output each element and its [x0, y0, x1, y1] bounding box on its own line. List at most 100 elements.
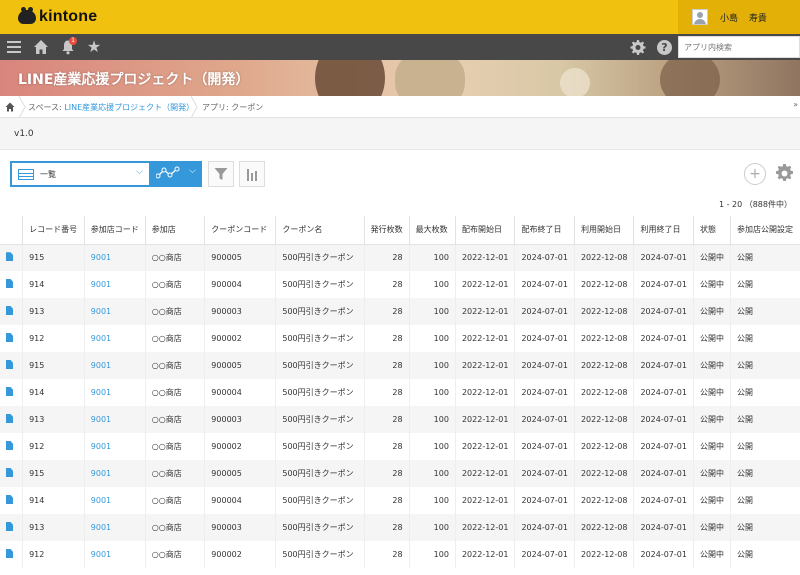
- shop-code-link[interactable]: 9001: [83, 514, 146, 541]
- home-icon[interactable]: [5, 102, 15, 112]
- table-row[interactable]: 912 9001 ○○商店 900002 500円引きクーポン 28 100 2022-12-…: [0, 541, 800, 568]
- issued-count: 28: [363, 541, 410, 568]
- column-header[interactable]: 状態: [692, 216, 731, 245]
- shop-name: ○○商店: [144, 406, 205, 433]
- distribution-end-date: 2024-07-01: [514, 244, 575, 271]
- record-detail-icon[interactable]: [6, 387, 13, 396]
- record-detail-cell[interactable]: [0, 352, 23, 379]
- user-menu[interactable]: 小島 寿貴: [678, 0, 800, 34]
- shop-code-link[interactable]: 9001: [83, 487, 146, 514]
- record-number: 914: [22, 379, 85, 406]
- table-row[interactable]: 913 9001 ○○商店 900003 500円引きクーポン 28 100 2022-12-…: [0, 406, 800, 433]
- column-header[interactable]: レコード番号: [22, 216, 85, 245]
- column-header[interactable]: 最大枚数: [408, 216, 456, 245]
- table-row[interactable]: 915 9001 ○○商店 900005 500円引きクーポン 28 100 2022-12-…: [0, 244, 800, 271]
- record-detail-icon[interactable]: [6, 441, 13, 450]
- table-row[interactable]: 914 9001 ○○商店 900004 500円引きクーポン 28 100 2022-12-…: [0, 487, 800, 514]
- table-row[interactable]: 913 9001 ○○商店 900003 500円引きクーポン 28 100 2022-12-…: [0, 514, 800, 541]
- table-view-icon: [18, 169, 34, 180]
- record-detail-icon[interactable]: [6, 549, 13, 558]
- status: 公開中: [692, 244, 731, 271]
- filter-button[interactable]: [208, 161, 234, 187]
- breadcrumb-space[interactable]: スペース: LINE産業応援プロジェクト（開発）: [28, 102, 194, 113]
- table-row[interactable]: 915 9001 ○○商店 900005 500円引きクーポン 28 100 2022-12-…: [0, 352, 800, 379]
- record-detail-icon[interactable]: [6, 252, 13, 262]
- shop-code-link[interactable]: 9001: [83, 325, 146, 352]
- shop-code-link[interactable]: 9001: [83, 379, 146, 406]
- shop-code-link[interactable]: 9001: [83, 406, 146, 433]
- kintone-logo[interactable]: kintone: [18, 7, 97, 26]
- column-header[interactable]: 参加店公開設定: [729, 216, 800, 245]
- status: 公開中: [692, 325, 731, 352]
- column-header[interactable]: クーポンコード: [204, 216, 276, 245]
- distribution-end-date: 2024-07-01: [514, 433, 575, 460]
- shop-code-link[interactable]: 9001: [83, 271, 146, 298]
- record-detail-cell[interactable]: [0, 406, 23, 433]
- record-detail-cell[interactable]: [0, 244, 23, 271]
- column-header[interactable]: 利用開始日: [573, 216, 634, 245]
- shop-code-link[interactable]: 9001: [83, 352, 146, 379]
- shop-code-link[interactable]: 9001: [83, 298, 146, 325]
- public-setting: 公開: [729, 298, 800, 325]
- view-selector[interactable]: 一覧 ⌵: [10, 161, 151, 187]
- distribution-end-date: 2024-07-01: [514, 352, 575, 379]
- record-detail-cell[interactable]: [0, 271, 23, 298]
- table-row[interactable]: 912 9001 ○○商店 900002 500円引きクーポン 28 100 2022-12-…: [0, 433, 800, 460]
- column-header[interactable]: 配布開始日: [454, 216, 515, 245]
- record-detail-cell[interactable]: [0, 487, 23, 514]
- home-icon[interactable]: [33, 39, 49, 55]
- distribution-end-date: 2024-07-01: [514, 514, 575, 541]
- shop-name: ○○商店: [144, 433, 205, 460]
- breadcrumb-space-link[interactable]: LINE産業応援プロジェクト（開発）: [64, 103, 194, 112]
- record-detail-cell[interactable]: [0, 433, 23, 460]
- usage-start-date: 2022-12-08: [573, 541, 634, 568]
- record-detail-icon[interactable]: [6, 495, 13, 504]
- column-header[interactable]: 配布終了日: [514, 216, 575, 245]
- table-row[interactable]: 914 9001 ○○商店 900004 500円引きクーポン 28 100 2022-12-…: [0, 379, 800, 406]
- record-detail-icon[interactable]: [6, 522, 13, 531]
- public-setting: 公開: [729, 325, 800, 352]
- star-icon[interactable]: ★: [86, 39, 102, 55]
- column-header[interactable]: 発行枚数: [363, 216, 410, 245]
- app-settings-icon[interactable]: [776, 164, 796, 184]
- table-row[interactable]: 912 9001 ○○商店 900002 500円引きクーポン 28 100 2022-12-…: [0, 325, 800, 352]
- public-setting: 公開: [729, 487, 800, 514]
- column-header[interactable]: 参加店: [144, 216, 205, 245]
- add-record-button[interactable]: +: [744, 163, 766, 185]
- record-detail-icon[interactable]: [6, 279, 13, 288]
- logo-icon: [18, 7, 36, 24]
- shop-code-link[interactable]: 9001: [83, 433, 146, 460]
- record-detail-cell[interactable]: [0, 379, 23, 406]
- record-detail-cell[interactable]: [0, 514, 23, 541]
- issued-count: 28: [363, 487, 410, 514]
- shop-code-link[interactable]: 9001: [83, 244, 146, 271]
- menu-icon[interactable]: [6, 39, 22, 55]
- record-detail-icon[interactable]: [6, 414, 13, 423]
- graph-view-button[interactable]: ⌵: [151, 161, 202, 187]
- table-row[interactable]: 914 9001 ○○商店 900004 500円引きクーポン 28 100 2022-12-…: [0, 271, 800, 298]
- record-detail-cell[interactable]: [0, 325, 23, 352]
- breadcrumb-more[interactable]: »: [793, 100, 798, 109]
- issued-count: 28: [363, 298, 410, 325]
- usage-start-date: 2022-12-08: [573, 271, 634, 298]
- record-detail-cell[interactable]: [0, 541, 23, 568]
- record-detail-icon[interactable]: [6, 333, 13, 342]
- column-header[interactable]: クーポン名: [275, 216, 365, 245]
- record-detail-cell[interactable]: [0, 460, 23, 487]
- record-detail-icon[interactable]: [6, 468, 13, 477]
- shop-code-link[interactable]: 9001: [83, 460, 146, 487]
- help-icon[interactable]: ?: [657, 40, 672, 55]
- shop-code-link[interactable]: 9001: [83, 541, 146, 568]
- max-count: 100: [408, 298, 456, 325]
- record-detail-icon[interactable]: [6, 306, 13, 315]
- record-detail-icon[interactable]: [6, 360, 13, 369]
- column-header[interactable]: 利用終了日: [633, 216, 694, 245]
- app-search-input[interactable]: [678, 36, 800, 58]
- record-detail-cell[interactable]: [0, 298, 23, 325]
- column-header[interactable]: 参加店コード: [83, 216, 146, 245]
- gear-icon[interactable]: [630, 39, 646, 55]
- table-row[interactable]: 913 9001 ○○商店 900003 500円引きクーポン 28 100 2022-12-…: [0, 298, 800, 325]
- public-setting: 公開: [729, 541, 800, 568]
- table-row[interactable]: 915 9001 ○○商店 900005 500円引きクーポン 28 100 2022-12-…: [0, 460, 800, 487]
- chart-button[interactable]: [239, 161, 265, 187]
